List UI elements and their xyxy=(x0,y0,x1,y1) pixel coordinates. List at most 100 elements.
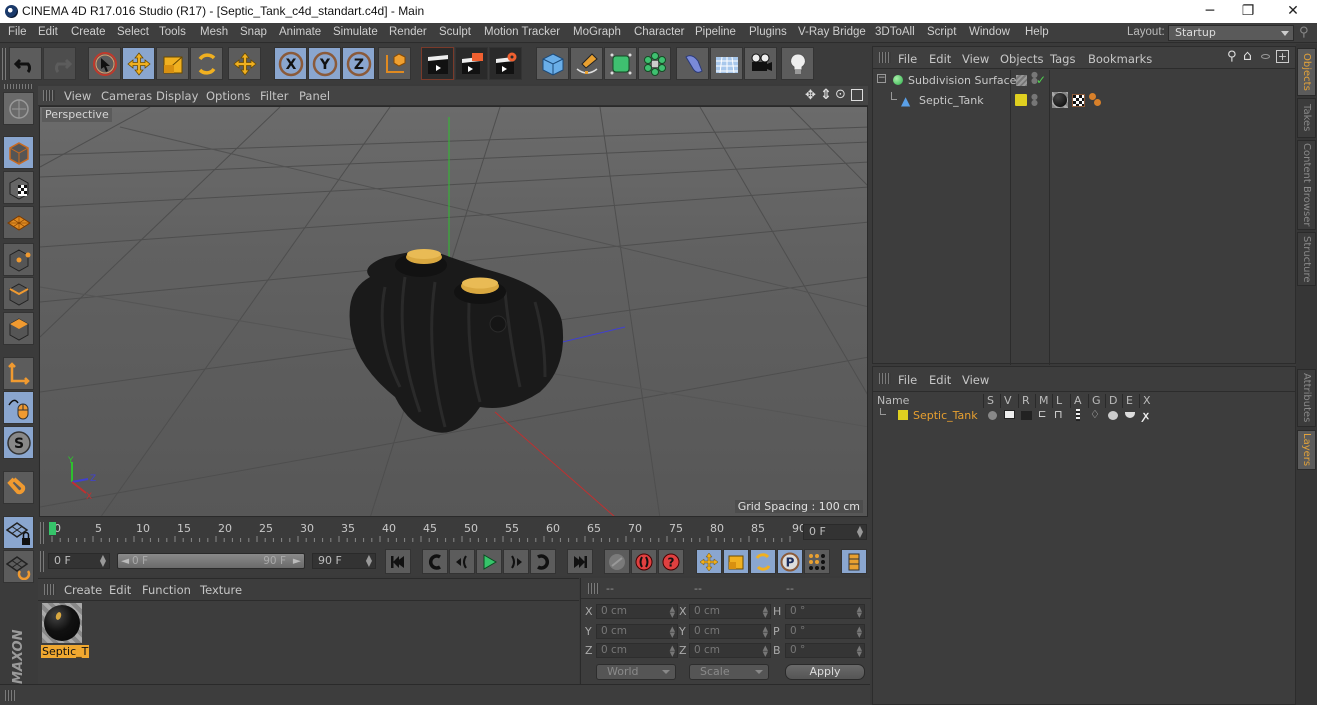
coordinate-mode-select[interactable]: World xyxy=(596,664,676,680)
render-view-button[interactable] xyxy=(421,47,454,80)
bend-deformer-button[interactable] xyxy=(676,47,709,80)
home-icon[interactable]: ⌂ xyxy=(1243,48,1252,64)
material-menu-function[interactable]: Function xyxy=(142,583,191,597)
search-icon[interactable]: ⚲ xyxy=(1227,49,1237,64)
snap-button[interactable] xyxy=(3,471,34,504)
texture-tag-icon[interactable] xyxy=(1072,94,1085,107)
redo-button[interactable] xyxy=(43,47,76,80)
size-y-field[interactable]: 0 cm ▲ ▼ xyxy=(689,624,771,639)
timeline-grip[interactable] xyxy=(40,522,45,544)
current-frame-field[interactable]: 0 F ▲ ▼ xyxy=(803,524,867,540)
record-button[interactable] xyxy=(604,549,630,574)
menu-motion-tracker[interactable]: Motion Tracker xyxy=(484,26,560,38)
next-frame-button[interactable] xyxy=(503,549,529,574)
cube-button[interactable] xyxy=(536,47,569,80)
undo-button[interactable] xyxy=(9,47,42,80)
rotation-h-field[interactable]: 0 ° ▲ ▼ xyxy=(785,604,865,619)
viewport-perspective[interactable]: Y Z X Perspective Grid Spacing : 100 cm xyxy=(39,106,868,517)
menu-mesh[interactable]: Mesh xyxy=(200,26,228,38)
solo-mode-button[interactable]: S xyxy=(3,426,34,459)
live-selection-button[interactable] xyxy=(88,47,121,80)
position-z-field[interactable]: 0 cm ▲ ▼ xyxy=(596,643,678,658)
status-grip[interactable] xyxy=(5,690,15,701)
coordinate-grip[interactable] xyxy=(588,583,600,594)
layer-manager-grip[interactable] xyxy=(879,373,891,384)
cloner-button[interactable] xyxy=(638,47,671,80)
object-menu-file[interactable]: File xyxy=(898,52,917,66)
column-locked[interactable]: L xyxy=(1052,394,1062,408)
model-mode-button[interactable] xyxy=(3,136,34,169)
tab-layers[interactable]: Layers xyxy=(1297,430,1316,470)
layer-color-swatch[interactable] xyxy=(1016,75,1027,86)
object-row-septic-tank[interactable]: ▲ Septic_Tank ● ● xyxy=(873,92,1293,110)
column-name[interactable]: Name xyxy=(874,394,909,408)
previous-frame-button[interactable] xyxy=(449,549,475,574)
new-window-icon[interactable]: + xyxy=(1276,50,1289,63)
viewport-menu-cameras[interactable]: Cameras xyxy=(101,89,152,103)
enabled-checkmark-icon[interactable]: ✓ xyxy=(1036,73,1046,87)
recent-tool-button[interactable] xyxy=(228,47,261,80)
coordinate-system-button[interactable] xyxy=(378,47,411,80)
layer-menu-view[interactable]: View xyxy=(962,373,989,387)
pan-icon[interactable]: ✥ xyxy=(805,88,816,103)
dolly-icon[interactable]: ⇕ xyxy=(820,87,832,103)
restore-button[interactable]: ❐ xyxy=(1225,0,1271,23)
view-toggle-icon[interactable] xyxy=(1004,410,1015,419)
animation-toggle-icon[interactable] xyxy=(1076,409,1080,421)
object-menu-view[interactable]: View xyxy=(962,52,989,66)
menu-render[interactable]: Render xyxy=(389,26,427,38)
pen-spline-button[interactable] xyxy=(570,47,603,80)
transport-grip[interactable] xyxy=(40,551,45,572)
menu-character[interactable]: Character xyxy=(634,26,685,38)
menu-file[interactable]: File xyxy=(8,26,27,38)
column-deformers[interactable]: D xyxy=(1105,394,1117,408)
menu-window[interactable]: Window xyxy=(969,26,1010,38)
floor-button[interactable] xyxy=(710,47,743,80)
layer-menu-edit[interactable]: Edit xyxy=(929,373,951,387)
scale-button[interactable] xyxy=(156,47,189,80)
subdivision-surface-button[interactable] xyxy=(604,47,637,80)
position-key-button[interactable] xyxy=(696,549,722,574)
menu-select[interactable]: Select xyxy=(117,26,149,38)
viewport-menu-display[interactable]: Display xyxy=(156,89,198,103)
tab-takes[interactable]: Takes xyxy=(1297,98,1316,138)
pla-key-button[interactable] xyxy=(804,549,830,574)
toolbar-grip[interactable] xyxy=(2,48,8,80)
edges-mode-button[interactable] xyxy=(3,277,34,310)
previous-key-button[interactable] xyxy=(422,549,448,574)
column-xref[interactable]: X xyxy=(1139,394,1151,408)
size-x-field[interactable]: 0 cm ▲ ▼ xyxy=(689,604,771,619)
expressions-toggle-icon[interactable] xyxy=(1125,412,1135,418)
size-mode-select[interactable]: Scale xyxy=(689,664,769,680)
viewport-menu-filter[interactable]: Filter xyxy=(260,89,288,103)
material-tag-icon[interactable] xyxy=(1052,92,1068,108)
workplane-align-button[interactable] xyxy=(3,550,34,583)
menu-help[interactable]: Help xyxy=(1025,26,1049,38)
layer-row-septic-tank[interactable]: Septic_Tank ⊏ ⊓ ♢ ꭗ xyxy=(873,408,1295,424)
viewport-menu-panel[interactable]: Panel xyxy=(299,89,330,103)
texture-mode-button[interactable] xyxy=(3,171,34,204)
parameter-key-button[interactable]: P xyxy=(777,549,803,574)
range-left-arrow-icon[interactable]: ◄ xyxy=(121,554,129,568)
end-frame-field[interactable]: 90 F ▲ ▼ xyxy=(312,553,376,569)
rotate-button[interactable] xyxy=(190,47,223,80)
material-menu-create[interactable]: Create xyxy=(64,583,102,597)
generators-toggle-icon[interactable]: ♢ xyxy=(1090,408,1100,421)
tab-content-browser[interactable]: Content Browser xyxy=(1297,140,1316,230)
menu-vray-bridge[interactable]: V-Ray Bridge xyxy=(798,26,866,38)
start-frame-field[interactable]: 0 F ▲ ▼ xyxy=(48,553,110,569)
menu-simulate[interactable]: Simulate xyxy=(333,26,378,38)
workplane-lock-button[interactable] xyxy=(3,516,34,549)
close-button[interactable]: ✕ xyxy=(1270,0,1316,23)
search-icon[interactable]: ⚲ xyxy=(1299,25,1309,40)
rotation-p-field[interactable]: 0 ° ▲ ▼ xyxy=(785,624,865,639)
go-to-end-button[interactable] xyxy=(567,549,593,574)
make-editable-button[interactable] xyxy=(3,92,34,125)
object-menu-edit[interactable]: Edit xyxy=(929,52,951,66)
size-z-field[interactable]: 0 cm ▲ ▼ xyxy=(689,643,771,658)
scale-key-button[interactable] xyxy=(723,549,749,574)
column-manager[interactable]: M xyxy=(1035,394,1049,408)
timeline-window-button[interactable] xyxy=(841,549,867,574)
column-render[interactable]: R xyxy=(1018,394,1030,408)
autokey-button[interactable] xyxy=(631,549,657,574)
